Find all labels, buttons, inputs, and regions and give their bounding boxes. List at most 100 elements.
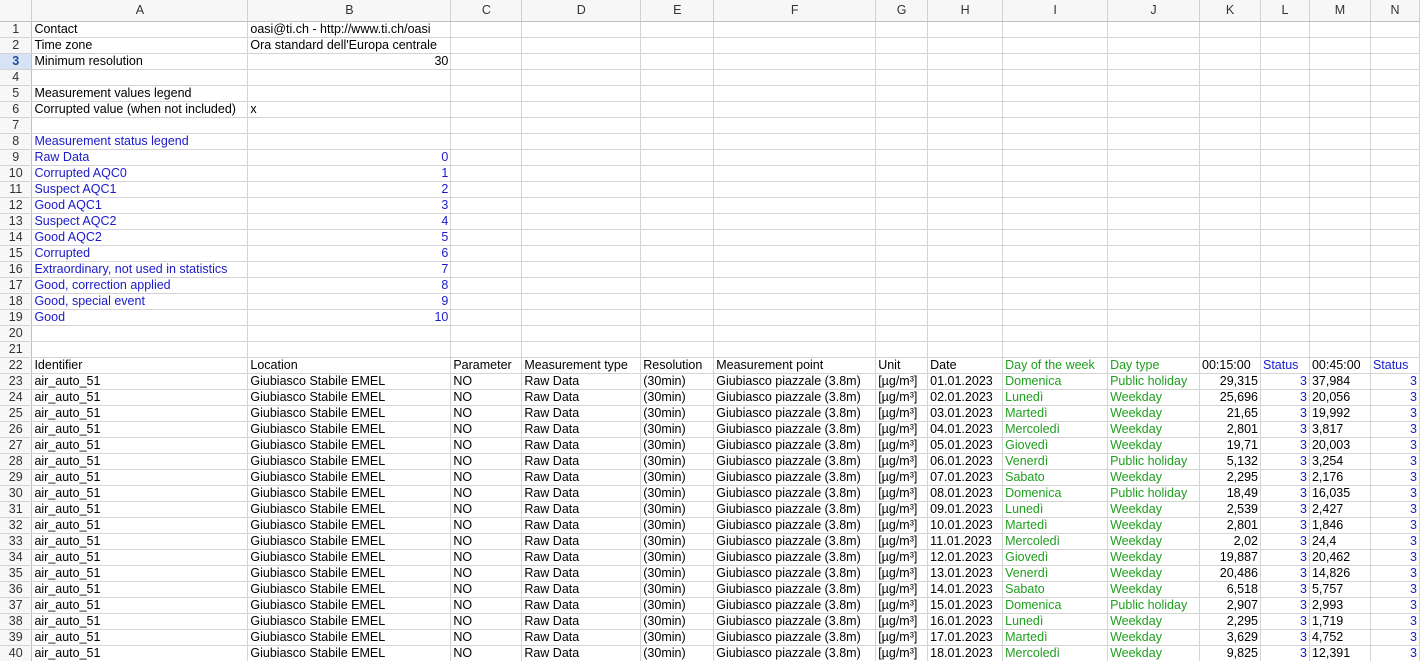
column-header-b[interactable]: B: [247, 0, 452, 22]
cell-b4[interactable]: [247, 69, 452, 86]
cell-m18[interactable]: [1309, 293, 1371, 310]
cell-m2[interactable]: [1309, 37, 1371, 54]
cell-j26[interactable]: Weekday: [1107, 421, 1201, 438]
cell-f30[interactable]: Giubiasco piazzale (3.8m): [713, 485, 877, 502]
cell-j17[interactable]: [1107, 277, 1201, 294]
cell-i4[interactable]: [1002, 69, 1109, 86]
cell-j19[interactable]: [1107, 309, 1201, 326]
cell-a28[interactable]: air_auto_51: [31, 453, 249, 470]
cell-n19[interactable]: [1370, 309, 1420, 326]
cell-c36[interactable]: NO: [450, 581, 523, 598]
cell-c28[interactable]: NO: [450, 453, 523, 470]
cell-h16[interactable]: [927, 261, 1004, 278]
cell-i3[interactable]: [1002, 53, 1109, 70]
cell-h27[interactable]: 05.01.2023: [927, 437, 1004, 454]
row-header-23[interactable]: 23: [0, 373, 33, 390]
cell-l29[interactable]: 3: [1260, 469, 1310, 486]
cell-e1[interactable]: [640, 21, 715, 38]
cell-h15[interactable]: [927, 245, 1004, 262]
cell-a25[interactable]: air_auto_51: [31, 405, 249, 422]
cell-l38[interactable]: 3: [1260, 613, 1310, 630]
cell-c30[interactable]: NO: [450, 485, 523, 502]
cell-k22[interactable]: 00:15:00: [1199, 357, 1261, 374]
cell-n16[interactable]: [1370, 261, 1420, 278]
cell-m32[interactable]: 1,846: [1309, 517, 1371, 534]
cell-c32[interactable]: NO: [450, 517, 523, 534]
cell-n37[interactable]: 3: [1370, 597, 1420, 614]
cell-n2[interactable]: [1370, 37, 1420, 54]
row-header-18[interactable]: 18: [0, 293, 33, 310]
cell-n5[interactable]: [1370, 85, 1420, 102]
cell-k39[interactable]: 3,629: [1199, 629, 1261, 646]
cell-j2[interactable]: [1107, 37, 1201, 54]
cell-m15[interactable]: [1309, 245, 1371, 262]
cell-e11[interactable]: [640, 181, 715, 198]
cell-e28[interactable]: (30min): [640, 453, 715, 470]
cell-g26[interactable]: [µg/m³]: [875, 421, 929, 438]
cell-b32[interactable]: Giubiasco Stabile EMEL: [247, 517, 452, 534]
cell-d35[interactable]: Raw Data: [521, 565, 642, 582]
cell-n8[interactable]: [1370, 133, 1420, 150]
cell-k37[interactable]: 2,907: [1199, 597, 1261, 614]
cell-l10[interactable]: [1260, 165, 1310, 182]
cell-l26[interactable]: 3: [1260, 421, 1310, 438]
cell-a39[interactable]: air_auto_51: [31, 629, 249, 646]
cell-j14[interactable]: [1107, 229, 1201, 246]
cell-m23[interactable]: 37,984: [1309, 373, 1371, 390]
cell-m11[interactable]: [1309, 181, 1371, 198]
cell-k8[interactable]: [1199, 133, 1261, 150]
row-header-3[interactable]: 3: [0, 53, 33, 70]
cell-b3[interactable]: 30: [247, 53, 452, 70]
cell-l4[interactable]: [1260, 69, 1310, 86]
row-header-7[interactable]: 7: [0, 117, 33, 134]
cell-h30[interactable]: 08.01.2023: [927, 485, 1004, 502]
cell-e15[interactable]: [640, 245, 715, 262]
cell-g30[interactable]: [µg/m³]: [875, 485, 929, 502]
cell-j21[interactable]: [1107, 341, 1201, 358]
cell-e10[interactable]: [640, 165, 715, 182]
cell-d4[interactable]: [521, 69, 642, 86]
cell-i7[interactable]: [1002, 117, 1109, 134]
cell-f10[interactable]: [713, 165, 877, 182]
cell-l2[interactable]: [1260, 37, 1310, 54]
cell-h26[interactable]: 04.01.2023: [927, 421, 1004, 438]
column-header-n[interactable]: N: [1370, 0, 1420, 22]
cell-d20[interactable]: [521, 325, 642, 342]
cell-l15[interactable]: [1260, 245, 1310, 262]
cell-m33[interactable]: 24,4: [1309, 533, 1371, 550]
cell-k40[interactable]: 9,825: [1199, 645, 1261, 661]
cell-f36[interactable]: Giubiasco piazzale (3.8m): [713, 581, 877, 598]
cell-c25[interactable]: NO: [450, 405, 523, 422]
cell-n1[interactable]: [1370, 21, 1420, 38]
cell-f11[interactable]: [713, 181, 877, 198]
cell-f7[interactable]: [713, 117, 877, 134]
cell-f21[interactable]: [713, 341, 877, 358]
cell-l32[interactable]: 3: [1260, 517, 1310, 534]
cell-e32[interactable]: (30min): [640, 517, 715, 534]
sheet-table[interactable]: ABCDEFGHIJKLMN 1 Contact oasi@ti.ch - http…: [0, 0, 1420, 661]
cell-n13[interactable]: [1370, 213, 1420, 230]
cell-l14[interactable]: [1260, 229, 1310, 246]
cell-e37[interactable]: (30min): [640, 597, 715, 614]
cell-h32[interactable]: 10.01.2023: [927, 517, 1004, 534]
cell-h38[interactable]: 16.01.2023: [927, 613, 1004, 630]
cell-n29[interactable]: 3: [1370, 469, 1420, 486]
cell-k21[interactable]: [1199, 341, 1261, 358]
cell-n12[interactable]: [1370, 197, 1420, 214]
cell-e23[interactable]: (30min): [640, 373, 715, 390]
cell-i23[interactable]: Domenica: [1002, 373, 1109, 390]
cell-k26[interactable]: 2,801: [1199, 421, 1261, 438]
cell-j1[interactable]: [1107, 21, 1201, 38]
cell-i27[interactable]: Giovedì: [1002, 437, 1109, 454]
cell-g39[interactable]: [µg/m³]: [875, 629, 929, 646]
cell-l16[interactable]: [1260, 261, 1310, 278]
cell-n3[interactable]: [1370, 53, 1420, 70]
cell-i33[interactable]: Mercoledì: [1002, 533, 1109, 550]
cell-n7[interactable]: [1370, 117, 1420, 134]
cell-k28[interactable]: 5,132: [1199, 453, 1261, 470]
cell-k15[interactable]: [1199, 245, 1261, 262]
cell-b8[interactable]: [247, 133, 452, 150]
cell-d28[interactable]: Raw Data: [521, 453, 642, 470]
cell-g32[interactable]: [µg/m³]: [875, 517, 929, 534]
cell-f2[interactable]: [713, 37, 877, 54]
